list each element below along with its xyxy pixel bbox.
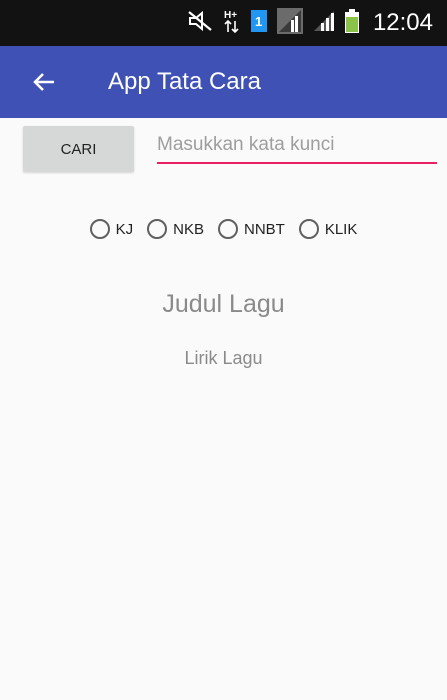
svg-text:H+: H+ bbox=[224, 10, 237, 21]
search-input[interactable] bbox=[157, 130, 437, 164]
hplus-data-icon: H+ bbox=[223, 8, 241, 39]
radio-circle-icon[interactable] bbox=[298, 219, 319, 239]
radio-label: KJ bbox=[115, 220, 134, 238]
radio-label: NNBT bbox=[243, 220, 285, 238]
sim-1-icon: 1 bbox=[250, 9, 267, 37]
signal-icon bbox=[276, 7, 303, 39]
radio-label: KLIK bbox=[324, 220, 358, 238]
search-button[interactable]: CARI bbox=[23, 126, 134, 172]
battery-icon bbox=[344, 8, 359, 38]
radio-option-nkb[interactable]: NKB bbox=[147, 219, 204, 239]
song-lyrics: Lirik Lagu bbox=[184, 348, 263, 368]
svg-text:1: 1 bbox=[255, 14, 262, 29]
radio-option-kj[interactable]: KJ bbox=[89, 219, 134, 239]
radio-circle-icon[interactable] bbox=[217, 219, 238, 239]
signal-2-icon bbox=[313, 10, 335, 37]
radio-option-nnbt[interactable]: NNBT bbox=[217, 219, 285, 239]
app-title: App Tata Cara bbox=[108, 68, 261, 95]
arrow-left-icon[interactable] bbox=[26, 64, 62, 100]
app-bar: App Tata Cara bbox=[0, 46, 447, 118]
radio-circle-icon[interactable] bbox=[147, 219, 168, 239]
status-icons: H+ 1 12:04 bbox=[187, 0, 433, 46]
radio-circle-icon[interactable] bbox=[89, 219, 110, 239]
radio-group: KJ NKB NNBT KLIK bbox=[0, 212, 447, 246]
mute-icon bbox=[187, 10, 213, 37]
song-title: Judul Lagu bbox=[162, 290, 285, 318]
radio-label: NKB bbox=[173, 220, 204, 238]
status-time: 12:04 bbox=[372, 9, 433, 36]
radio-option-klik[interactable]: KLIK bbox=[298, 219, 358, 239]
status-bar: H+ 1 12:04 bbox=[0, 0, 447, 46]
